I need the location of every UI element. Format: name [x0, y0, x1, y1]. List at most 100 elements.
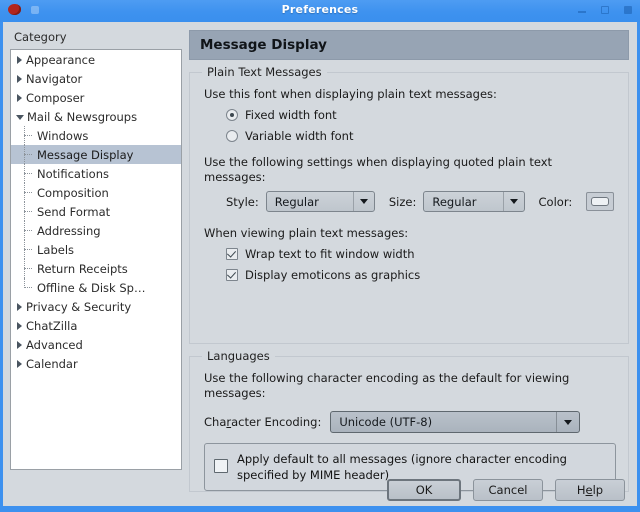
checkbox-icon-wrap-text[interactable]: [226, 248, 238, 260]
chevron-right-icon[interactable]: [17, 321, 22, 330]
quoted-prompt: Use the following settings when displayi…: [204, 155, 553, 184]
checkbox-display-emoticons[interactable]: Display emoticons as graphics: [226, 268, 614, 282]
size-dropdown[interactable]: Regular: [423, 191, 525, 212]
sidebar-item-label: Advanced: [26, 337, 83, 352]
sidebar-item-navigator[interactable]: Navigator: [11, 69, 181, 88]
size-label: Size:: [388, 194, 417, 209]
title-bar: Preferences: [0, 0, 640, 22]
sidebar-item-send-format[interactable]: Send Format: [11, 202, 181, 221]
tree-connector: [15, 202, 37, 221]
category-pane: Category Appearance Navigator Composer Mail…: [10, 30, 182, 470]
chevron-down-icon[interactable]: [352, 192, 374, 211]
close-icon[interactable]: [623, 5, 633, 15]
languages-group: Languages Use the following character en…: [189, 349, 629, 492]
sidebar-item-label: Navigator: [26, 71, 83, 86]
sidebar-item-message-display[interactable]: Message Display: [11, 145, 181, 164]
category-label: Category: [14, 30, 67, 44]
sidebar-item-label: Offline & Disk Sp…: [37, 280, 146, 295]
sidebar-item-label: Calendar: [26, 356, 78, 371]
sidebar-item-label: Composer: [26, 90, 85, 105]
ok-button[interactable]: OK: [387, 479, 461, 501]
chevron-right-icon[interactable]: [17, 93, 22, 102]
sidebar-item-label: ChatZilla: [26, 318, 78, 333]
sidebar-item-label: Composition: [37, 185, 109, 200]
sidebar-item-composer[interactable]: Composer: [11, 88, 181, 107]
radio-variable-width-font[interactable]: Variable width font: [226, 129, 614, 143]
sidebar-item-labels[interactable]: Labels: [11, 240, 181, 259]
sidebar-item-privacy-security[interactable]: Privacy & Security: [11, 297, 181, 316]
panel-header: Message Display: [189, 30, 629, 60]
chevron-right-icon[interactable]: [17, 340, 22, 349]
encoding-prompt: Use the following character encoding as …: [204, 371, 570, 400]
tree-connector: [15, 183, 37, 202]
sidebar-item-advanced[interactable]: Advanced: [11, 335, 181, 354]
sidebar-item-chatzilla[interactable]: ChatZilla: [11, 316, 181, 335]
radio-fixed-width-font[interactable]: Fixed width font: [226, 108, 614, 122]
checkbox-label-wrap-text: Wrap text to fit window width: [245, 247, 415, 261]
sidebar-item-label: Mail & Newsgroups: [27, 109, 138, 124]
quoted-settings-row: Style: Regular Size: Regular Color:: [226, 191, 614, 212]
maximize-icon[interactable]: [600, 5, 610, 15]
style-dropdown[interactable]: Regular: [265, 191, 375, 212]
preferences-window: Preferences Category Appearance Navigator…: [0, 0, 640, 512]
character-encoding-dropdown[interactable]: Unicode (UTF-8): [330, 411, 581, 433]
sidebar-item-label: Return Receipts: [37, 261, 128, 276]
tree-connector: [15, 126, 37, 145]
chevron-down-icon[interactable]: [502, 192, 524, 211]
tree-connector: [15, 164, 37, 183]
character-encoding-row: Character Encoding: Unicode (UTF-8): [204, 411, 614, 433]
sidebar-item-mail-newsgroups[interactable]: Mail & Newsgroups: [11, 107, 181, 126]
minimize-icon[interactable]: [577, 5, 587, 15]
checkbox-wrap-text[interactable]: Wrap text to fit window width: [226, 247, 614, 261]
help-button[interactable]: He lp: [555, 479, 625, 501]
color-label: Color:: [538, 194, 573, 209]
chevron-right-icon[interactable]: [17, 302, 22, 311]
sidebar-item-windows[interactable]: Windows: [11, 126, 181, 145]
client-area: Category Appearance Navigator Composer Mail…: [3, 22, 637, 506]
chevron-right-icon[interactable]: [17, 359, 22, 368]
radio-icon-variable[interactable]: [226, 130, 238, 142]
window-controls: [577, 5, 633, 15]
languages-group-title: Languages: [202, 349, 275, 363]
character-encoding-value: Unicode (UTF-8): [339, 415, 433, 429]
window-title: Preferences: [281, 3, 359, 16]
sidebar-item-addressing[interactable]: Addressing: [11, 221, 181, 240]
sidebar-item-label: Windows: [37, 128, 89, 143]
sidebar-item-calendar[interactable]: Calendar: [11, 354, 181, 373]
radio-icon-fixed[interactable]: [226, 109, 238, 121]
sidebar-item-offline-disk-sp[interactable]: Offline & Disk Sp…: [11, 278, 181, 297]
chevron-down-icon[interactable]: [556, 412, 579, 432]
tree-connector: [15, 240, 37, 259]
sidebar-item-label: Send Format: [37, 204, 111, 219]
chevron-down-icon[interactable]: [16, 115, 24, 120]
category-tree[interactable]: Appearance Navigator Composer Mail & Newsgr…: [10, 49, 182, 470]
viewing-prompt: When viewing plain text messages:: [204, 226, 409, 240]
sidebar-item-composition[interactable]: Composition: [11, 183, 181, 202]
sidebar-item-return-receipts[interactable]: Return Receipts: [11, 259, 181, 278]
style-dropdown-value: Regular: [274, 194, 319, 209]
style-label: Style:: [226, 194, 259, 209]
plain-text-group-title: Plain Text Messages: [202, 65, 327, 79]
chevron-right-icon[interactable]: [17, 74, 22, 83]
chevron-right-icon[interactable]: [17, 55, 22, 64]
cancel-button[interactable]: Cancel: [473, 479, 543, 501]
color-swatch: [591, 197, 610, 206]
checkbox-icon-display-emoticons[interactable]: [226, 269, 238, 281]
tree-connector: [15, 221, 37, 240]
radio-label-variable: Variable width font: [245, 129, 354, 143]
sidebar-item-label: Appearance: [26, 52, 96, 67]
settings-panel: Message Display Plain Text Messages Use …: [189, 30, 629, 492]
character-encoding-label: Character Encoding:: [204, 415, 322, 429]
sidebar-item-label: Labels: [37, 242, 75, 257]
color-swatch-button[interactable]: [586, 192, 614, 211]
tree-connector: [15, 145, 37, 164]
sidebar-item-notifications[interactable]: Notifications: [11, 164, 181, 183]
tree-connector: [15, 259, 37, 278]
dialog-button-bar: OK Cancel He lp: [3, 474, 637, 506]
checkbox-icon-apply-default[interactable]: [214, 459, 228, 473]
sidebar-item-label: Addressing: [37, 223, 101, 238]
radio-label-fixed: Fixed width font: [245, 108, 337, 122]
sidebar-item-appearance[interactable]: Appearance: [11, 50, 181, 69]
checkbox-label-display-emoticons: Display emoticons as graphics: [245, 268, 421, 282]
plain-text-messages-group: Plain Text Messages Use this font when d…: [189, 65, 629, 344]
